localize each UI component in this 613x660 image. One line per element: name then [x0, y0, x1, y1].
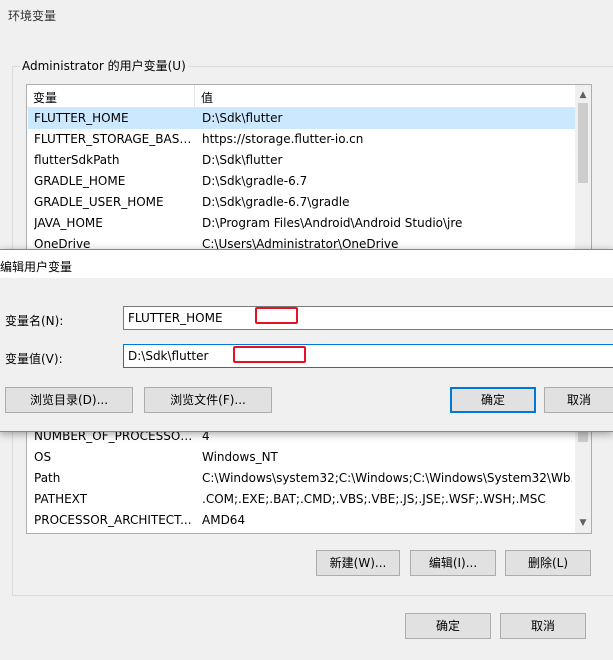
cancel-button[interactable]: 取消 [500, 613, 586, 639]
dialog-cancel-button[interactable]: 取消 [544, 387, 613, 413]
variable-value-field[interactable]: D:\Sdk\flutter [123, 344, 613, 368]
edit-variable-dialog: 编辑用户变量 变量名(N): FLUTTER_HOME 变量值(V): D:\S… [0, 249, 613, 432]
dialog-title-bar[interactable]: 编辑用户变量 [0, 250, 613, 278]
row-value: D:\Sdk\gradle-6.7 [202, 174, 308, 188]
row-value: https://storage.flutter-io.cn [202, 132, 364, 146]
column-separator[interactable] [194, 85, 195, 107]
row-value: .COM;.EXE;.BAT;.CMD;.VBS;.VBE;.JS;.JSE;.… [202, 492, 546, 506]
variable-value-value: D:\Sdk\flutter [128, 349, 209, 363]
new-button[interactable]: 新建(W)... [316, 550, 400, 576]
row-variable: FLUTTER_STORAGE_BASE_... [34, 132, 194, 146]
scroll-down-icon[interactable]: ▼ [575, 515, 591, 531]
system-vars-list[interactable]: NUMBER_OF_PROCESSORS 4 OS Windows_NT Pat… [26, 425, 592, 534]
browse-file-button[interactable]: 浏览文件(F)... [144, 387, 272, 413]
edit-button[interactable]: 编辑(I)... [410, 550, 496, 576]
table-row[interactable]: PATHEXT .COM;.EXE;.BAT;.CMD;.VBS;.VBE;.J… [28, 489, 575, 510]
table-row[interactable]: JAVA_HOME D:\Program Files\Android\Andro… [28, 213, 575, 234]
table-row[interactable]: FLUTTER_HOME D:\Sdk\flutter [28, 108, 575, 129]
row-variable: flutterSdkPath [34, 153, 120, 167]
scroll-up-icon[interactable]: ▲ [575, 87, 591, 103]
table-row[interactable]: FLUTTER_STORAGE_BASE_... https://storage… [28, 129, 575, 150]
column-header-value[interactable]: 值 [201, 89, 213, 106]
row-value: D:\Sdk\flutter [202, 153, 283, 167]
row-variable: PROCESSOR_ARCHITECT... [34, 513, 192, 527]
table-row[interactable]: OS Windows_NT [28, 447, 575, 468]
row-value: Windows_NT [202, 450, 278, 464]
row-variable: PATHEXT [34, 492, 88, 506]
row-variable: GRADLE_HOME [34, 174, 126, 188]
highlight-marker [233, 346, 306, 363]
row-value: D:\Program Files\Android\Android Studio\… [202, 216, 463, 230]
ok-button[interactable]: 确定 [405, 613, 491, 639]
user-vars-group-label: Administrator 的用户变量(U) [20, 57, 188, 74]
system-vars-scrollbar[interactable]: ▼ [575, 426, 591, 533]
row-value: D:\Sdk\gradle-6.7\gradle [202, 195, 350, 209]
browse-directory-button[interactable]: 浏览目录(D)... [5, 387, 133, 413]
user-vars-list[interactable]: 变量 值 FLUTTER_HOME D:\Sdk\flutter FLUTTER… [26, 84, 592, 252]
delete-button[interactable]: 删除(L) [505, 550, 591, 576]
row-variable: OS [34, 450, 52, 464]
variable-name-label: 变量名(N): [5, 314, 64, 328]
table-row[interactable]: GRADLE_HOME D:\Sdk\gradle-6.7 [28, 171, 575, 192]
scroll-thumb[interactable] [578, 103, 588, 183]
table-row[interactable]: Path C:\Windows\system32;C:\Windows;C:\W… [28, 468, 575, 489]
table-row[interactable]: GRADLE_USER_HOME D:\Sdk\gradle-6.7\gradl… [28, 192, 575, 213]
user-vars-scrollbar[interactable]: ▲ [575, 85, 591, 251]
row-variable: JAVA_HOME [34, 216, 103, 230]
row-variable: FLUTTER_HOME [34, 111, 129, 125]
column-header-variable[interactable]: 变量 [33, 89, 57, 106]
row-value: D:\Sdk\flutter [202, 111, 283, 125]
list-header: 变量 值 [27, 85, 575, 108]
variable-name-value: FLUTTER_HOME [128, 311, 223, 325]
dialog-ok-button[interactable]: 确定 [450, 387, 536, 413]
table-row[interactable]: PROCESSOR_ARCHITECT... AMD64 [28, 510, 575, 531]
row-value: C:\Windows\system32;C:\Windows;C:\Window… [202, 471, 572, 485]
variable-value-label: 变量值(V): [5, 352, 63, 366]
table-row[interactable]: flutterSdkPath D:\Sdk\flutter [28, 150, 575, 171]
row-variable: GRADLE_USER_HOME [34, 195, 164, 209]
variable-name-field[interactable]: FLUTTER_HOME [123, 306, 613, 330]
dialog-title: 编辑用户变量 [0, 260, 73, 274]
highlight-marker [255, 307, 298, 324]
row-value: AMD64 [202, 513, 246, 527]
row-variable: Path [34, 471, 61, 485]
window-title: 环境变量 [8, 9, 57, 23]
